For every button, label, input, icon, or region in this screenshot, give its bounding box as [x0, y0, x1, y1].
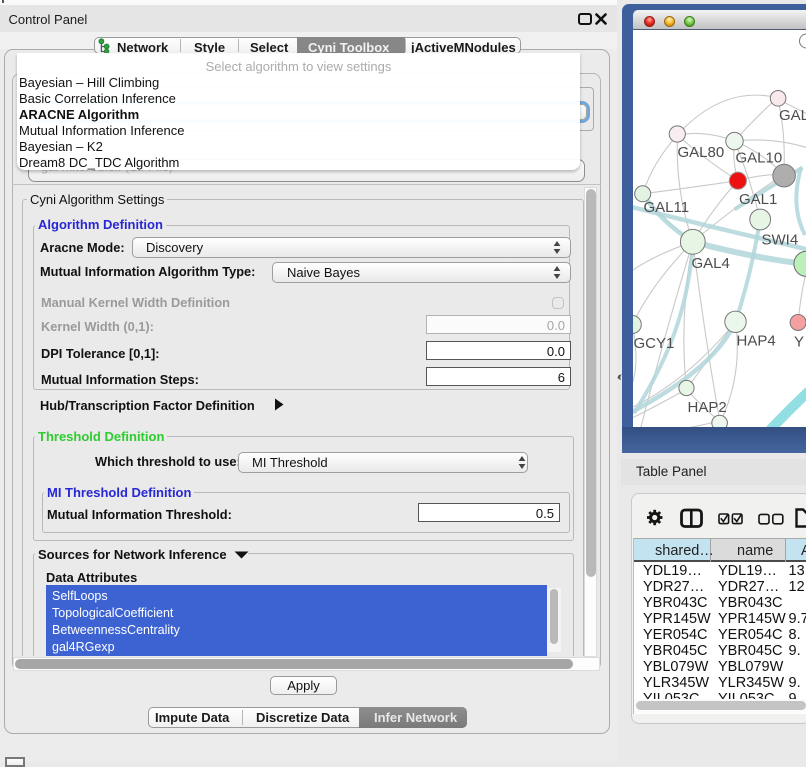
svg-text:HAP4: HAP4: [737, 333, 776, 350]
svg-text:GAL80: GAL80: [678, 144, 725, 161]
svg-text:GAL10: GAL10: [736, 150, 783, 167]
svg-text:GAL1: GAL1: [739, 191, 777, 208]
svg-text:HAP2: HAP2: [688, 399, 727, 416]
svg-text:GAL4: GAL4: [692, 255, 730, 272]
svg-text:SWI4: SWI4: [762, 232, 799, 249]
svg-text:GAL11: GAL11: [644, 199, 690, 216]
svg-text:Y: Y: [794, 334, 804, 351]
svg-text:GCY1: GCY1: [634, 335, 675, 352]
svg-text:GAL2: GAL2: [779, 107, 806, 124]
